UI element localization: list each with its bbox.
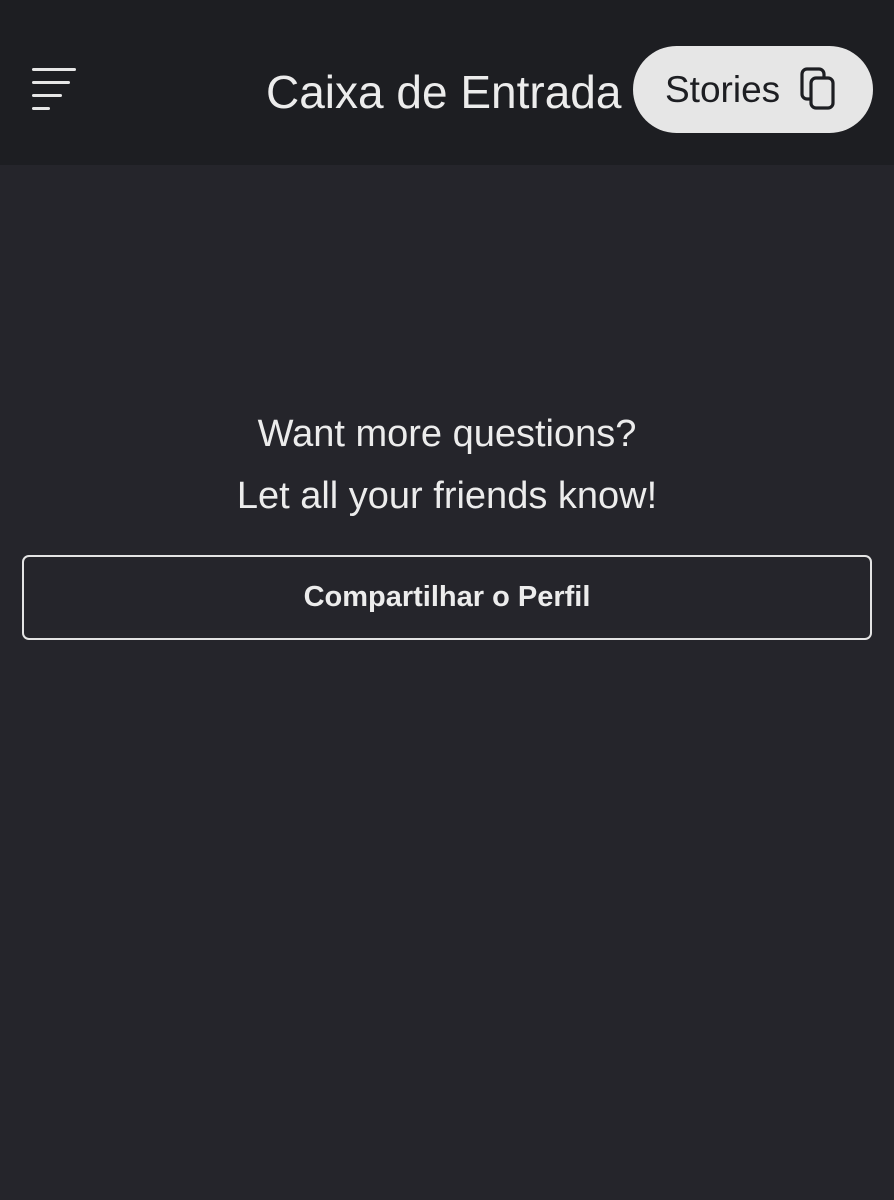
stories-button[interactable]: Stories: [633, 46, 873, 133]
page-title: Caixa de Entrada: [266, 66, 622, 118]
stories-button-label: Stories: [665, 69, 781, 110]
empty-state-line-1: Want more questions?: [257, 413, 637, 455]
menu-icon[interactable]: [30, 66, 78, 112]
menu-icon-bar: [32, 94, 62, 97]
menu-icon-bar: [32, 81, 70, 84]
menu-icon-bar: [32, 68, 76, 71]
empty-state-line-2: Let all your friends know!: [236, 475, 658, 517]
copy-icon: [800, 67, 835, 110]
menu-icon-bar: [32, 107, 50, 110]
app-header: Caixa de Entrada Stories: [0, 0, 894, 165]
share-profile-button[interactable]: Compartilhar o Perfil: [22, 555, 872, 640]
share-profile-button-label: Compartilhar o Perfil: [303, 581, 591, 613]
